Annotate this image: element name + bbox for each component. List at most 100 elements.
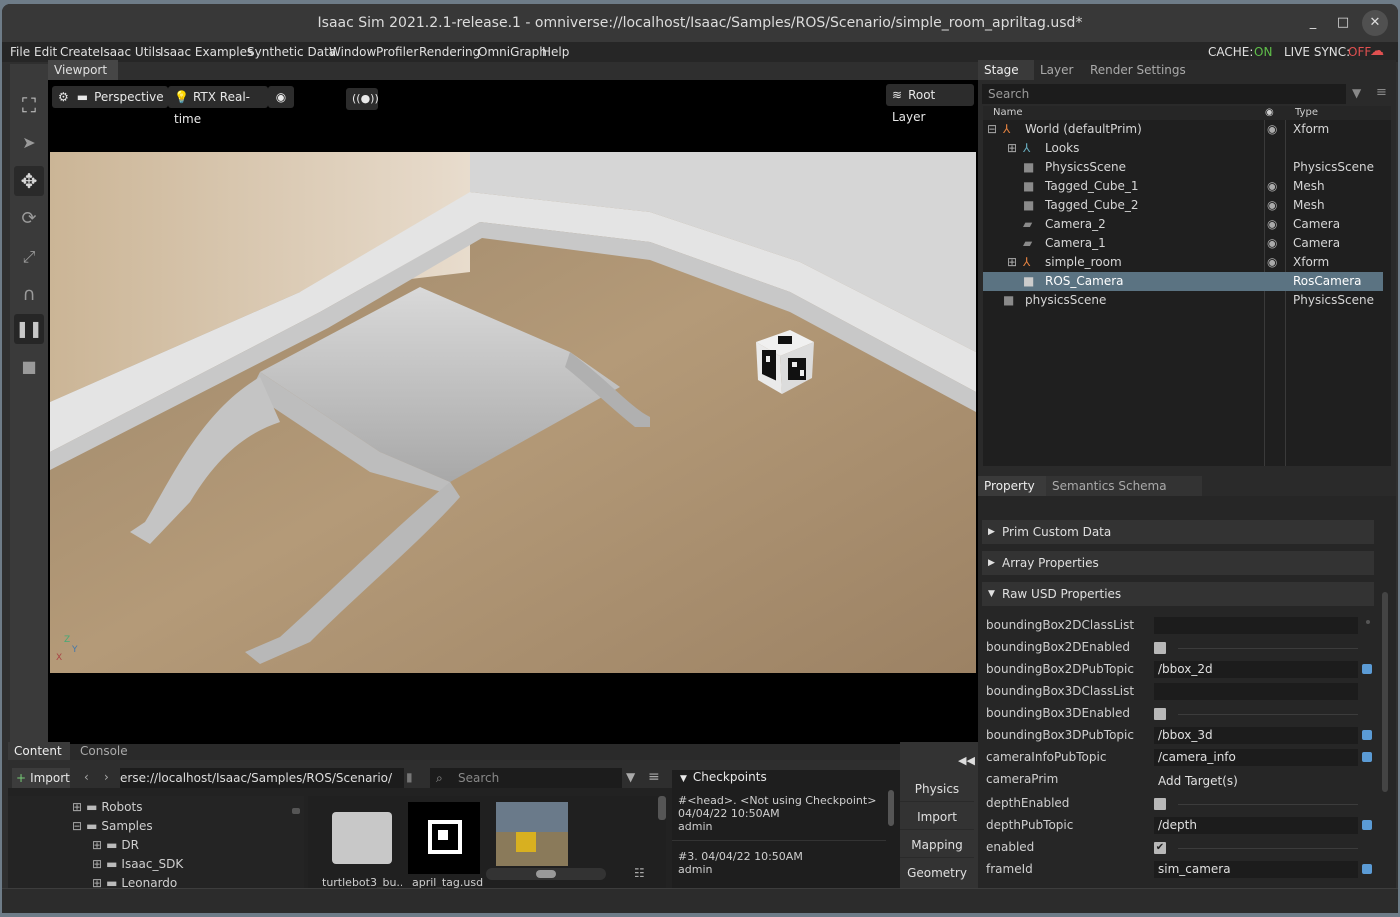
tree-item-robots[interactable]: ⊞ ▬ Robots [72, 800, 142, 814]
tab-property[interactable]: Property [978, 476, 1046, 496]
move-icon[interactable]: ✥ [14, 166, 44, 196]
path-input[interactable]: erse://localhost/Isaac/Samples/ROS/Scena… [120, 768, 404, 788]
stage-row-physicsscene-root[interactable]: ■ physicsScene PhysicsScene [983, 291, 1383, 310]
override-indicator[interactable] [1362, 664, 1372, 674]
viewport-tab[interactable]: Viewport [48, 60, 118, 80]
override-indicator[interactable] [1362, 730, 1372, 740]
scale-icon[interactable]: ⤢ [14, 242, 44, 272]
stage-row-camera-2[interactable]: ▰ Camera_2 ◉ Camera [983, 215, 1383, 234]
checkpoint-item[interactable]: #3. 04/04/22 10:50AM admin [678, 850, 884, 876]
bookmark-icon[interactable]: ▮ [406, 770, 413, 784]
menu-isaac-utils[interactable]: Isaac Utils [100, 45, 161, 59]
stage-row-tagged-cube-1[interactable]: ■ Tagged_Cube_1 ◉ Mesh [983, 177, 1383, 196]
menu-isaac-examples[interactable]: Isaac Examples [160, 45, 253, 59]
livesync-status[interactable]: OFF [1348, 45, 1371, 59]
menu-window[interactable]: Window [329, 45, 376, 59]
tab-stage[interactable]: Stage [978, 60, 1034, 80]
renderer-selector[interactable]: 💡 RTX Real-time [168, 86, 268, 126]
broadcast-icon[interactable]: ((●)) [346, 88, 379, 110]
list-view-icon[interactable]: ☷ [634, 866, 645, 880]
tree-scrollbar[interactable] [292, 808, 300, 814]
stage-row-simple-room[interactable]: ⊞ ⅄ simple_room ◉ Xform [983, 253, 1383, 272]
frameid-field[interactable]: sim_camera [1154, 861, 1358, 878]
thumbnail-size-slider[interactable] [486, 868, 606, 880]
checkpoints-scrollbar[interactable] [888, 790, 894, 826]
visibility-eye-icon[interactable]: ◉ [1267, 177, 1277, 196]
expand-icon[interactable]: ⊞ [1007, 139, 1017, 158]
menu-icon[interactable]: ≡ [1376, 85, 1387, 100]
bbox3d-pubtopic-field[interactable]: /bbox_3d [1154, 727, 1358, 744]
folder-thumbnail-icon[interactable] [332, 812, 392, 864]
filter-icon[interactable]: ▼ [626, 770, 635, 784]
tab-console[interactable]: Console [74, 742, 134, 760]
snap-magnet-icon[interactable]: ∩ [14, 280, 44, 310]
menu-edit[interactable]: Edit [34, 45, 57, 59]
geometry-button[interactable]: Geometry [900, 860, 974, 886]
enabled-checkbox[interactable]: ✔ [1154, 842, 1166, 854]
visibility-eye-icon[interactable]: ◉ [268, 86, 294, 108]
bbox3d-classlist-field[interactable] [1154, 683, 1358, 700]
visibility-eye-icon[interactable]: ◉ [1267, 234, 1277, 253]
tree-item-samples[interactable]: ⊟ ▬ Samples [72, 819, 153, 833]
rotate-icon[interactable]: ⟳ [14, 204, 44, 234]
gear-icon[interactable]: ⚙ [58, 90, 69, 104]
visibility-eye-icon[interactable]: ◉ [1267, 120, 1277, 139]
file-grid-scrollbar[interactable] [658, 796, 666, 820]
menu-omnigraph[interactable]: OmniGraph [478, 45, 547, 59]
bbox2d-pubtopic-field[interactable]: /bbox_2d [1154, 661, 1358, 678]
bbox2d-enabled-checkbox[interactable] [1154, 642, 1166, 654]
menu-create[interactable]: Create [60, 45, 100, 59]
visibility-eye-icon[interactable]: ◉ [1267, 215, 1277, 234]
section-raw-usd-properties[interactable]: ▼ Raw USD Properties [982, 582, 1374, 606]
section-prim-custom-data[interactable]: ▶ Prim Custom Data [982, 520, 1374, 544]
stage-row-looks[interactable]: ⊞ ⅄ Looks [983, 139, 1383, 158]
3d-scene[interactable]: Z Y X [50, 152, 976, 673]
frame-selection-icon[interactable]: ⛶ [14, 90, 44, 120]
override-indicator[interactable] [1362, 820, 1372, 830]
bbox2d-classlist-field[interactable] [1154, 617, 1358, 634]
bbox3d-enabled-checkbox[interactable] [1154, 708, 1166, 720]
pause-icon[interactable]: ❚❚ [14, 314, 44, 344]
collapse-icon[interactable]: ⊟ [987, 120, 997, 139]
tree-item-leonardo[interactable]: ⊞ ▬ Leonardo [92, 876, 177, 888]
tab-content[interactable]: Content [8, 742, 70, 760]
tab-layer[interactable]: Layer [1034, 60, 1084, 80]
filter-icon[interactable]: ▼ [1352, 86, 1361, 100]
viewport[interactable]: ⚙ ▬ Perspective 💡 RTX Real-time ◉ ((●)) ≋ Ro… [48, 80, 978, 744]
stage-row-physicsscene[interactable]: ■ PhysicsScene PhysicsScene [983, 158, 1383, 177]
expand-icon[interactable]: ⊞ [1007, 253, 1017, 272]
depth-enabled-checkbox[interactable] [1154, 798, 1166, 810]
import-button[interactable]: + Import [12, 768, 70, 788]
minimize-button[interactable]: _ [1298, 4, 1328, 42]
depth-pubtopic-field[interactable]: /depth [1154, 817, 1358, 834]
property-scrollbar[interactable] [1382, 592, 1388, 792]
cache-status[interactable]: ON [1254, 45, 1272, 59]
maximize-button[interactable]: □ [1328, 4, 1358, 42]
camera-selector[interactable]: ⚙ ▬ Perspective [52, 86, 168, 108]
stage-row-tagged-cube-2[interactable]: ■ Tagged_Cube_2 ◉ Mesh [983, 196, 1383, 215]
stage-row-world[interactable]: ⊟ ⅄ World (defaultPrim) ◉ Xform [983, 120, 1383, 139]
checkpoint-item[interactable]: #<head>. <Not using Checkpoint> 04/04/22… [678, 794, 884, 833]
visibility-eye-icon[interactable]: ◉ [1267, 196, 1277, 215]
checkpoints-title[interactable]: ▼ Checkpoints [680, 770, 767, 784]
root-layer-button[interactable]: ≋ Root Layer [886, 84, 974, 124]
select-arrow-icon[interactable]: ➤ [14, 128, 44, 158]
back-arrow-icon[interactable]: ‹ [84, 770, 89, 784]
add-target-button[interactable]: Add Target(s) [1158, 774, 1238, 788]
visibility-eye-icon[interactable]: ◉ [1267, 253, 1277, 272]
menu-file[interactable]: File [10, 45, 30, 59]
stage-row-ros-camera[interactable]: ■ ROS_Camera RosCamera [983, 272, 1383, 291]
physics-button[interactable]: Physics [900, 776, 974, 802]
override-indicator[interactable] [1362, 864, 1372, 874]
tree-item-isaac-sdk[interactable]: ⊞ ▬ Isaac_SDK [92, 857, 183, 871]
tab-render-settings[interactable]: Render Settings [1084, 60, 1204, 80]
import-side-button[interactable]: Import [900, 804, 974, 830]
tree-item-dr[interactable]: ⊞ ▬ DR [92, 838, 139, 852]
menu-profiler[interactable]: Profiler [376, 45, 418, 59]
collapse-left-icon[interactable]: ◀◀ [958, 754, 975, 767]
override-indicator[interactable] [1362, 752, 1372, 762]
apriltag-thumbnail[interactable] [408, 802, 480, 874]
stage-search-input[interactable]: Search [982, 84, 1346, 104]
stage-row-camera-1[interactable]: ▰ Camera_1 ◉ Camera [983, 234, 1383, 253]
section-array-properties[interactable]: ▶ Array Properties [982, 551, 1374, 575]
